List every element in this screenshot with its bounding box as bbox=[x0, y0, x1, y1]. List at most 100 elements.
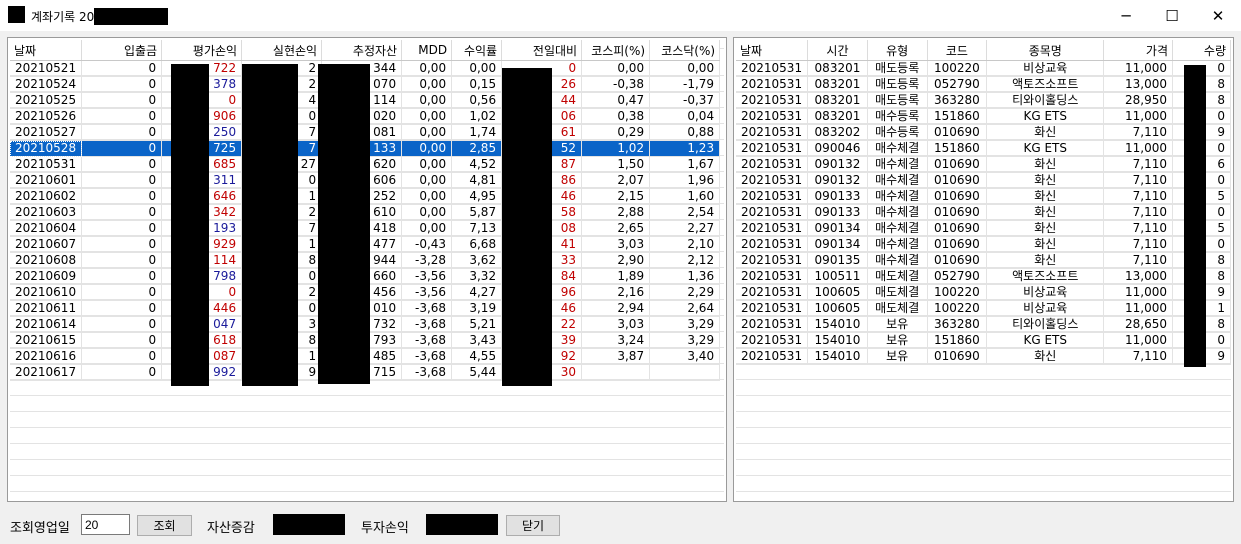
history-cell: 2,07 bbox=[581, 172, 651, 189]
trade-row[interactable]: 20210531 090133 매수체결 010690 화신 7,110 0 bbox=[736, 204, 1231, 221]
trade-cell: 20210531 bbox=[736, 76, 809, 93]
history-cell: -1,79 bbox=[649, 76, 721, 93]
trade-row[interactable]: 20210531 154010 보유 363280 티와이홀딩스 28,650 8 bbox=[736, 316, 1231, 333]
trade-cell: 화신 bbox=[986, 252, 1105, 269]
trade-cell: KG ETS bbox=[986, 332, 1105, 349]
trade-header-5[interactable]: 가격 bbox=[1103, 40, 1174, 61]
trade-row[interactable]: 20210531 090132 매수체결 010690 화신 7,110 0 bbox=[736, 172, 1231, 189]
trade-cell: 20210531 bbox=[736, 300, 809, 317]
minimize-button[interactable]: ─ bbox=[1103, 0, 1149, 31]
history-header-0[interactable]: 날짜 bbox=[10, 40, 83, 61]
app-icon bbox=[8, 6, 25, 23]
trade-row[interactable]: 20210531 090135 매수체결 010690 화신 7,110 8 bbox=[736, 252, 1231, 269]
history-cell: 3,87 bbox=[581, 348, 651, 365]
days-input[interactable] bbox=[81, 514, 130, 535]
trade-cell: 090133 bbox=[807, 204, 868, 221]
trade-cell: 보유 bbox=[867, 332, 928, 349]
trade-row[interactable]: 20210531 100605 매도체결 100220 비상교육 11,000 9 bbox=[736, 284, 1231, 301]
history-header-9[interactable]: 코스닥(%) bbox=[649, 40, 721, 61]
history-header-8[interactable]: 코스피(%) bbox=[581, 40, 651, 61]
history-cell: 0,00 bbox=[451, 60, 503, 77]
trade-row[interactable]: 20210531 083201 매도등록 363280 티와이홀딩스 28,950 8 bbox=[736, 92, 1231, 109]
trade-header-2[interactable]: 유형 bbox=[867, 40, 928, 61]
history-cell: 1,02 bbox=[451, 108, 503, 125]
trade-cell: 052790 bbox=[927, 76, 988, 93]
trade-row[interactable]: 20210531 090132 매수체결 010690 화신 7,110 6 bbox=[736, 156, 1231, 173]
trade-cell: 083202 bbox=[807, 124, 868, 141]
trade-row[interactable]: 20210531 100511 매도체결 052790 액토즈소프트 13,000 8 bbox=[736, 268, 1231, 285]
history-cell: 3,43 bbox=[451, 332, 503, 349]
history-cell: 2,85 bbox=[451, 140, 503, 157]
trade-row[interactable]: 20210531 154010 보유 151860 KG ETS 11,000 0 bbox=[736, 332, 1231, 349]
trade-row[interactable]: 20210531 090134 매수체결 010690 화신 7,110 0 bbox=[736, 236, 1231, 253]
trade-header-1[interactable]: 시간 bbox=[807, 40, 868, 61]
trade-cell: 비상교육 bbox=[986, 300, 1105, 317]
close-window-button[interactable]: ✕ bbox=[1195, 0, 1241, 31]
trade-cell: 100220 bbox=[927, 60, 988, 77]
history-cell: 20210610 bbox=[10, 284, 83, 301]
history-cell: 2,15 bbox=[581, 188, 651, 205]
close-button[interactable]: 닫기 bbox=[506, 515, 560, 536]
history-header-1[interactable]: 입출금 bbox=[81, 40, 163, 61]
history-cell: 2,64 bbox=[649, 300, 721, 317]
trade-cell: 매수체결 bbox=[867, 236, 928, 253]
history-cell: 2,10 bbox=[649, 236, 721, 253]
trade-header-0[interactable]: 날짜 bbox=[736, 40, 809, 61]
history-cell: 0,00 bbox=[401, 92, 453, 109]
history-header-2[interactable]: 평가손익 bbox=[161, 40, 243, 61]
trade-row[interactable]: 20210531 083201 매수등록 151860 KG ETS 11,000 0 bbox=[736, 108, 1231, 125]
trade-cell: 090046 bbox=[807, 140, 868, 157]
trade-cell: 7,110 bbox=[1103, 172, 1174, 189]
history-cell: 0 bbox=[81, 220, 163, 237]
trade-cell: 20210531 bbox=[736, 220, 809, 237]
trade-cell: 20210531 bbox=[736, 332, 809, 349]
account-history-grid[interactable]: 날짜 입출금 평가손익 실현손익 추정자산 MDD 수익률 전일대비 코스피(%) 코스닥(%) … bbox=[7, 37, 727, 502]
trade-cell: 화신 bbox=[986, 188, 1105, 205]
history-cell: 0,56 bbox=[451, 92, 503, 109]
trade-header-3[interactable]: 코드 bbox=[927, 40, 988, 61]
asset-change-value-redaction bbox=[273, 514, 345, 535]
trade-cell: 매수체결 bbox=[867, 204, 928, 221]
history-header-6[interactable]: 수익률 bbox=[451, 40, 503, 61]
trade-cell: 010690 bbox=[927, 156, 988, 173]
history-header-7[interactable]: 전일대비 bbox=[501, 40, 583, 61]
history-cell: 3,24 bbox=[581, 332, 651, 349]
history-cell: 2,12 bbox=[649, 252, 721, 269]
trade-log-grid[interactable]: 날짜 시간 유형 코드 종목명 가격 수량 20210531 083201 매도등록 100220… bbox=[733, 37, 1234, 502]
history-header-4[interactable]: 추정자산 bbox=[321, 40, 403, 61]
history-cell: 2,16 bbox=[581, 284, 651, 301]
trade-cell: 11,000 bbox=[1103, 108, 1174, 125]
trade-cell: 11,000 bbox=[1103, 332, 1174, 349]
history-cell: 0 bbox=[81, 108, 163, 125]
trade-cell: 화신 bbox=[986, 220, 1105, 237]
trade-header-4[interactable]: 종목명 bbox=[986, 40, 1105, 61]
trade-cell: 100605 bbox=[807, 300, 868, 317]
trade-row[interactable]: 20210531 083202 매수등록 010690 화신 7,110 9 bbox=[736, 124, 1231, 141]
trade-row[interactable]: 20210531 090134 매수체결 010690 화신 7,110 5 bbox=[736, 220, 1231, 237]
trade-row[interactable]: 20210531 154010 보유 010690 화신 7,110 9 bbox=[736, 348, 1231, 365]
history-cell: 20210608 bbox=[10, 252, 83, 269]
trade-cell: 매수등록 bbox=[867, 124, 928, 141]
history-cell: 0 bbox=[81, 188, 163, 205]
trade-row[interactable]: 20210531 090133 매수체결 010690 화신 7,110 5 bbox=[736, 188, 1231, 205]
history-cell: -0,43 bbox=[401, 236, 453, 253]
trade-row[interactable]: 20210531 083201 매도등록 100220 비상교육 11,000 0 bbox=[736, 60, 1231, 77]
trade-row[interactable]: 20210531 100605 매도체결 100220 비상교육 11,000 1 bbox=[736, 300, 1231, 317]
maximize-button[interactable]: ☐ bbox=[1149, 0, 1195, 31]
trade-row[interactable]: 20210531 083201 매도등록 052790 액토즈소프트 13,000 8 bbox=[736, 76, 1231, 93]
trade-cell: 7,110 bbox=[1103, 188, 1174, 205]
trade-cell: 010690 bbox=[927, 124, 988, 141]
history-header-5[interactable]: MDD bbox=[401, 40, 453, 61]
trade-row[interactable]: 20210531 090046 매수체결 151860 KG ETS 11,000 0 bbox=[736, 140, 1231, 157]
history-cell: 0,00 bbox=[401, 156, 453, 173]
query-button[interactable]: 조회 bbox=[137, 515, 192, 536]
history-cell: 0 bbox=[81, 124, 163, 141]
history-cell: 4,95 bbox=[451, 188, 503, 205]
history-cell: 20210614 bbox=[10, 316, 83, 333]
invest-pnl-label: 투자손익 bbox=[361, 521, 409, 536]
trade-cell: 083201 bbox=[807, 76, 868, 93]
trade-cell: 매수체결 bbox=[867, 188, 928, 205]
trade-header-6[interactable]: 수량 bbox=[1172, 40, 1231, 61]
history-header-3[interactable]: 실현손익 bbox=[241, 40, 323, 61]
history-cell: 0 bbox=[81, 76, 163, 93]
